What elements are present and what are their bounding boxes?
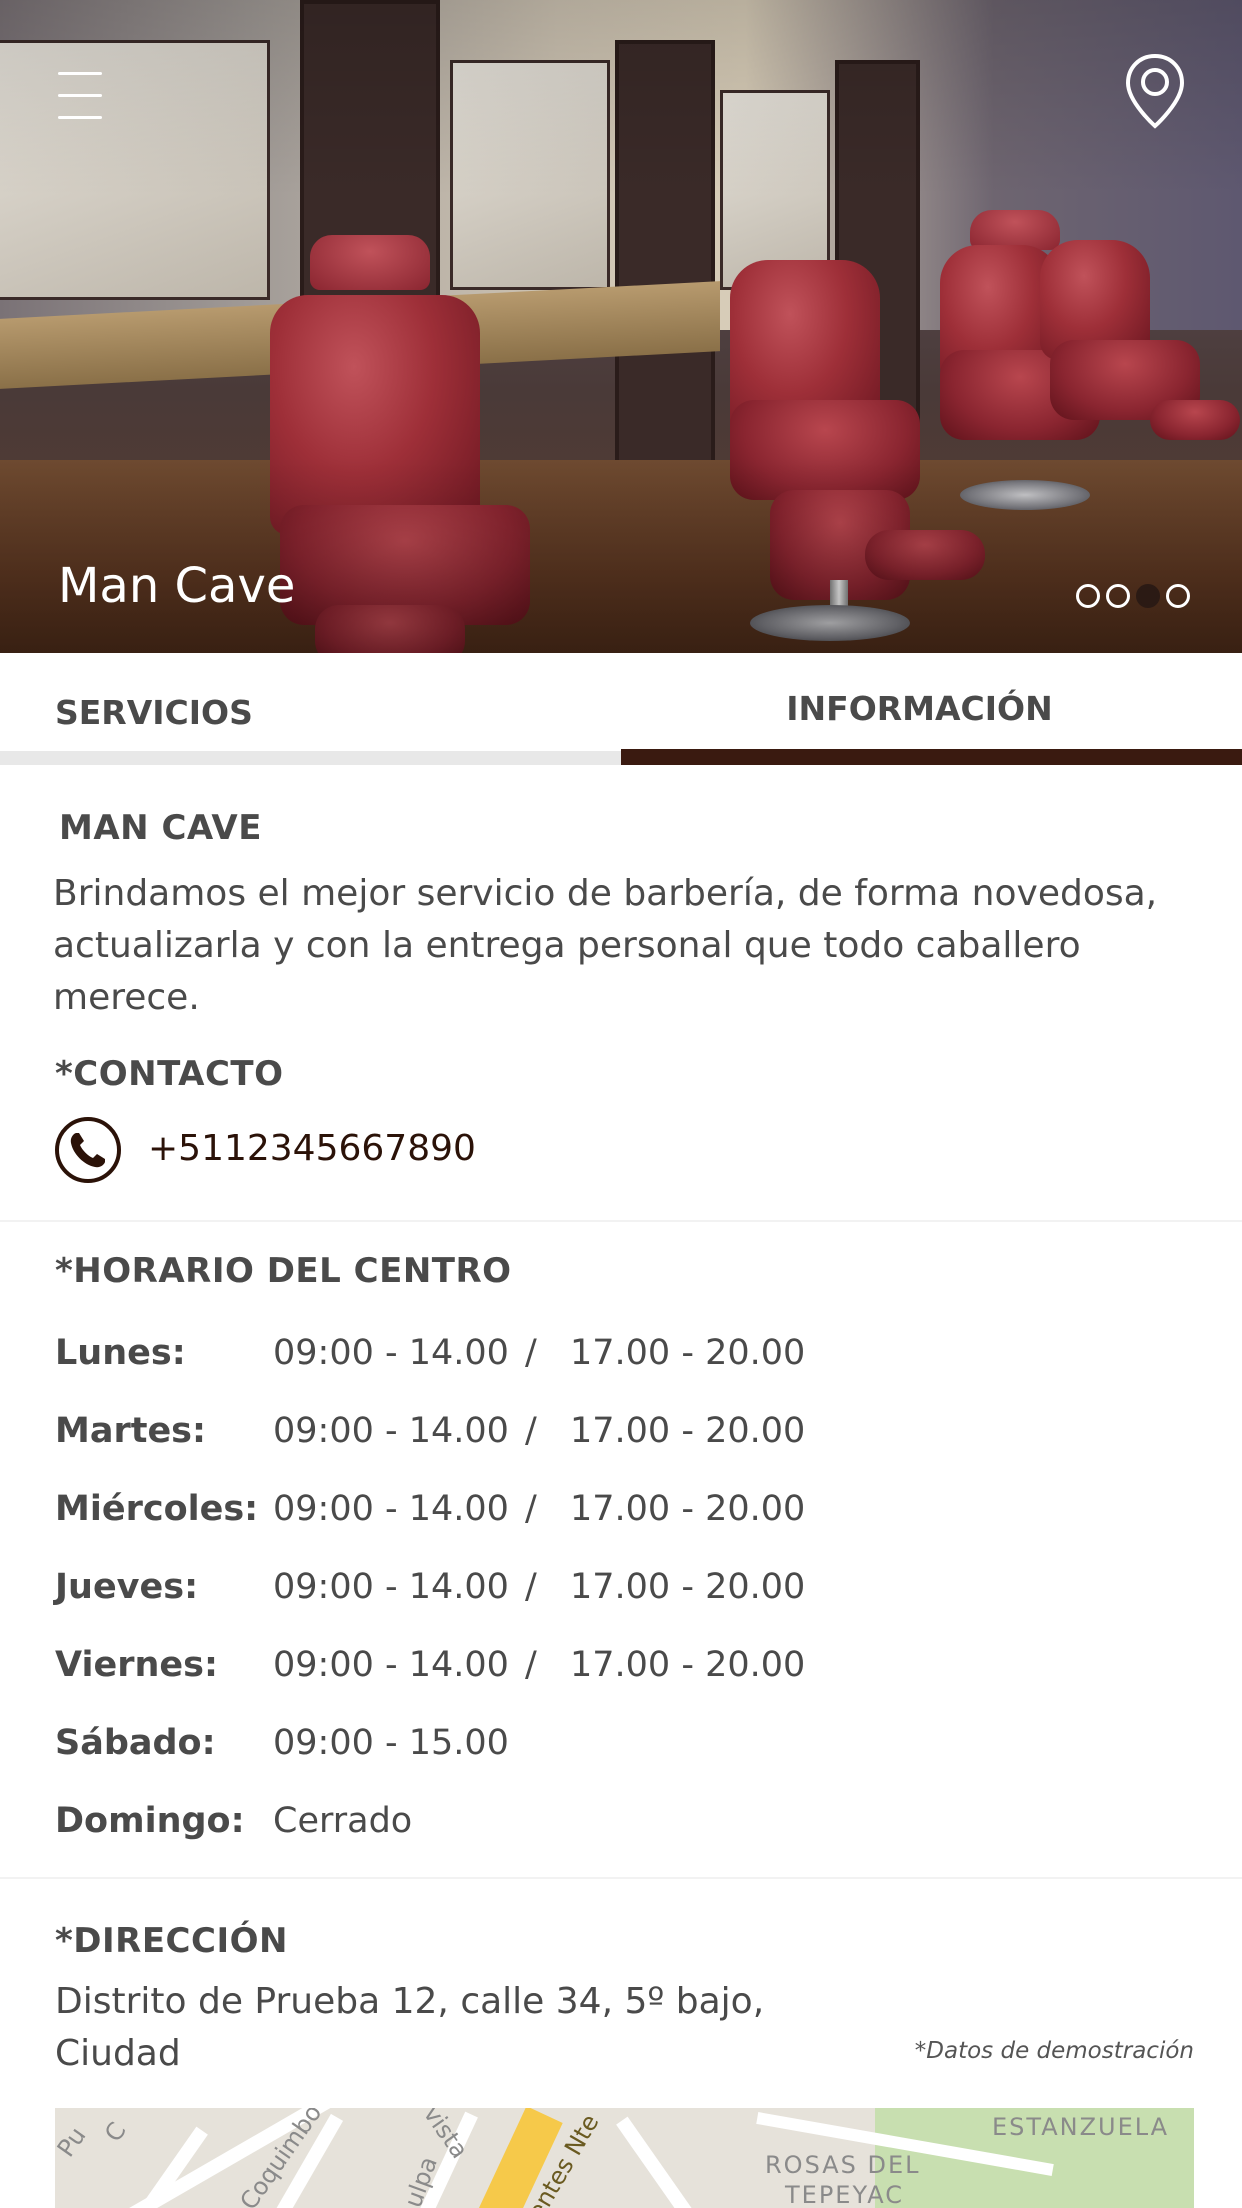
- about-description-line: merece.: [53, 977, 200, 1018]
- map-label: ROSAS DEL: [765, 2151, 921, 2179]
- schedule-morning: Cerrado: [273, 1801, 413, 1841]
- tab-servicios[interactable]: SERVICIOS: [0, 653, 621, 765]
- map-label: C: [99, 2117, 132, 2147]
- schedule-separator: /: [525, 1567, 537, 1607]
- map-road: [116, 2126, 208, 2208]
- schedule-afternoon: 17.00 - 20.00: [570, 1333, 806, 1373]
- section-divider: [0, 1220, 1242, 1222]
- about-description: Brindamos el mejor servicio de barbería,…: [53, 868, 1157, 1024]
- map-label: ESTANZUELA: [992, 2113, 1170, 2141]
- about-description-line: actualizarla y con la entrega personal q…: [53, 925, 1081, 966]
- schedule-morning: 09:00 - 14.00: [273, 1333, 509, 1373]
- schedule-afternoon: 17.00 - 20.00: [570, 1567, 806, 1607]
- schedule-separator: /: [525, 1333, 537, 1373]
- schedule-afternoon: 17.00 - 20.00: [570, 1411, 806, 1451]
- about-description-line: Brindamos el mejor servicio de barbería,…: [53, 873, 1158, 914]
- schedule-afternoon: 17.00 - 20.00: [570, 1645, 806, 1685]
- map-pin-icon[interactable]: [1124, 52, 1186, 132]
- schedule-morning: 09:00 - 14.00: [273, 1567, 509, 1607]
- contact-phone[interactable]: +5112345667890: [148, 1128, 476, 1169]
- schedule-row: Jueves: 09:00 - 14.00 / 17.00 - 20.00: [55, 1567, 1155, 1627]
- map-label: Pu: [55, 2121, 92, 2163]
- carousel-dot[interactable]: [1166, 584, 1190, 608]
- schedule-morning: 09:00 - 14.00: [273, 1645, 509, 1685]
- hero-image: Man Cave: [0, 0, 1242, 653]
- location-map[interactable]: Pu C Coquimbo vista ulpa entes Nte ESTAN…: [55, 2108, 1194, 2208]
- schedule-title: *HORARIO DEL CENTRO: [55, 1251, 512, 1291]
- schedule-separator: /: [525, 1645, 537, 1685]
- phone-icon[interactable]: [54, 1116, 122, 1184]
- tab-informacion[interactable]: INFORMACIÓN: [621, 653, 1242, 765]
- schedule-day: Sábado:: [55, 1723, 216, 1763]
- schedule-row: Lunes: 09:00 - 14.00 / 17.00 - 20.00: [55, 1333, 1155, 1393]
- tab-servicios-indicator: [0, 751, 621, 765]
- schedule-day: Miércoles:: [55, 1489, 259, 1529]
- map-road: [616, 2116, 708, 2208]
- hero-overlay: [0, 0, 1242, 653]
- schedule-afternoon: 17.00 - 20.00: [570, 1489, 806, 1529]
- address-line: Ciudad: [55, 2033, 181, 2074]
- schedule-morning: 09:00 - 14.00: [273, 1489, 509, 1529]
- carousel-dot[interactable]: [1076, 584, 1100, 608]
- tab-informacion-indicator: [621, 749, 1242, 765]
- map-label: TEPEYAC: [785, 2181, 905, 2208]
- carousel-dot-active[interactable]: [1136, 584, 1160, 608]
- tab-informacion-label: INFORMACIÓN: [786, 689, 1053, 728]
- schedule-row: Sábado: 09:00 - 15.00: [55, 1723, 1155, 1783]
- schedule-day: Domingo:: [55, 1801, 245, 1841]
- about-title: MAN CAVE: [59, 808, 262, 848]
- schedule-row: Martes: 09:00 - 14.00 / 17.00 - 20.00: [55, 1411, 1155, 1471]
- contact-title: *CONTACTO: [55, 1054, 284, 1094]
- schedule-morning: 09:00 - 14.00: [273, 1411, 509, 1451]
- tab-bar: SERVICIOS INFORMACIÓN: [0, 653, 1242, 765]
- section-divider: [0, 1877, 1242, 1879]
- demo-note: *Datos de demostración: [914, 2038, 1194, 2064]
- hamburger-menu-icon[interactable]: [58, 70, 102, 120]
- address-title: *DIRECCIÓN: [55, 1921, 288, 1961]
- schedule-day: Jueves:: [55, 1567, 199, 1607]
- schedule-morning: 09:00 - 15.00: [273, 1723, 509, 1763]
- schedule-row: Viernes: 09:00 - 14.00 / 17.00 - 20.00: [55, 1645, 1155, 1705]
- schedule-separator: /: [525, 1411, 537, 1451]
- tab-servicios-label: SERVICIOS: [55, 693, 253, 732]
- schedule-row: Miércoles: 09:00 - 14.00 / 17.00 - 20.00: [55, 1489, 1155, 1549]
- schedule-separator: /: [525, 1489, 537, 1529]
- schedule-day: Martes:: [55, 1411, 207, 1451]
- schedule-day: Viernes:: [55, 1645, 218, 1685]
- carousel-dot[interactable]: [1106, 584, 1130, 608]
- schedule-row: Domingo: Cerrado: [55, 1801, 1155, 1861]
- address-line: Distrito de Prueba 12, calle 34, 5º bajo…: [55, 1981, 765, 2022]
- carousel-indicator[interactable]: [1076, 584, 1190, 610]
- address-text: Distrito de Prueba 12, calle 34, 5º bajo…: [55, 1976, 764, 2080]
- schedule-day: Lunes:: [55, 1333, 186, 1373]
- hero-title: Man Cave: [58, 558, 296, 614]
